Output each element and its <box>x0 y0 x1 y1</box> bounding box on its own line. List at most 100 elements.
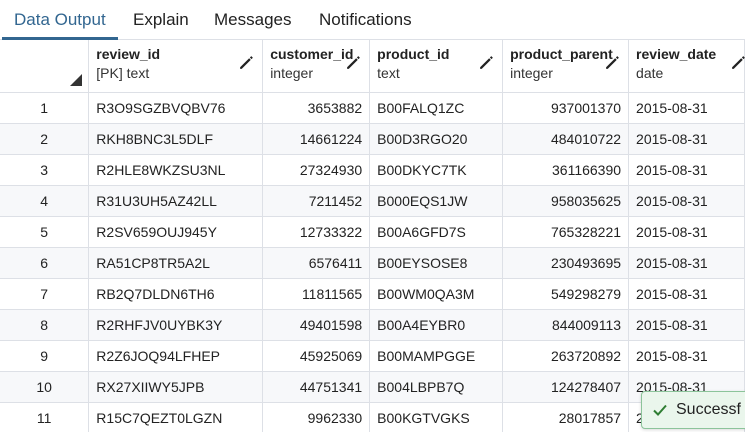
table-row[interactable]: 5 R2SV659OUJ945Y 12733322 B00A6GFD7S 7653282… <box>0 216 745 248</box>
success-toast[interactable]: Successf <box>641 391 745 429</box>
cell-customer-id[interactable]: 3653882 <box>262 92 371 124</box>
sort-corner-icon <box>70 73 83 86</box>
table-row[interactable]: 10 RX27XIIWY5JPB 44751341 B004LBPB7Q 1242784… <box>0 371 745 403</box>
pencil-icon[interactable] <box>478 54 495 71</box>
cell-customer-id[interactable]: 12733322 <box>262 216 371 248</box>
cell-product-id[interactable]: B00KGTVGKS <box>369 402 504 432</box>
cell-product-parent[interactable]: 549298279 <box>502 278 630 310</box>
row-number[interactable]: 10 <box>0 371 90 403</box>
cell-review-date[interactable]: 2015-08-31 <box>628 278 745 310</box>
select-all-corner[interactable] <box>0 40 90 93</box>
table-row[interactable]: 8 R2RHFJV0UYBK3Y 49401598 B00A4EYBR0 8440091… <box>0 309 745 341</box>
pencil-icon[interactable] <box>345 54 362 71</box>
row-number[interactable]: 1 <box>0 92 90 124</box>
cell-product-id[interactable]: B000EQS1JW <box>369 185 504 217</box>
cell-review-date[interactable]: 2015-08-31 <box>628 247 745 279</box>
column-header-review-date[interactable]: review_date date <box>628 40 745 93</box>
column-name: review_date <box>636 46 717 62</box>
row-number[interactable]: 8 <box>0 309 90 341</box>
cell-product-id[interactable]: B00D3RGO20 <box>369 123 504 155</box>
cell-review-id[interactable]: RX27XIIWY5JPB <box>88 371 264 403</box>
column-header-customer-id[interactable]: customer_id integer <box>262 40 371 93</box>
cell-product-id[interactable]: B00A6GFD7S <box>369 216 504 248</box>
cell-review-id[interactable]: RA51CP8TR5A2L <box>88 247 264 279</box>
table-row[interactable]: 6 RA51CP8TR5A2L 6576411 B00EYSOSE8 230493695… <box>0 247 745 279</box>
cell-product-id[interactable]: B00WM0QA3M <box>369 278 504 310</box>
cell-customer-id[interactable]: 14661224 <box>262 123 371 155</box>
tab-explain[interactable]: Explain <box>133 0 189 40</box>
column-header-review-id[interactable]: review_id [PK] text <box>88 40 264 93</box>
row-number[interactable]: 3 <box>0 154 90 186</box>
cell-product-parent[interactable]: 484010722 <box>502 123 630 155</box>
cell-review-date[interactable]: 2015-08-31 <box>628 123 745 155</box>
pencil-icon[interactable] <box>730 54 745 71</box>
cell-product-id[interactable]: B00FALQ1ZC <box>369 92 504 124</box>
table-row[interactable]: 2 RKH8BNC3L5DLF 14661224 B00D3RGO20 48401072… <box>0 123 745 155</box>
table-row[interactable]: 4 R31U3UH5AZ42LL 7211452 B000EQS1JW 95803562… <box>0 185 745 217</box>
column-type: date <box>636 65 664 81</box>
column-type: [PK] text <box>96 65 150 81</box>
cell-review-id[interactable]: R3O9SGZBVQBV76 <box>88 92 264 124</box>
cell-review-id[interactable]: R15C7QEZT0LGZN <box>88 402 264 432</box>
cell-customer-id[interactable]: 45925069 <box>262 340 371 372</box>
cell-product-id[interactable]: B00MAMPGGE <box>369 340 504 372</box>
table-row[interactable]: 11 R15C7QEZT0LGZN 9962330 B00KGTVGKS 2801785… <box>0 402 745 432</box>
cell-product-parent[interactable]: 230493695 <box>502 247 630 279</box>
column-header-product-parent[interactable]: product_parent integer <box>502 40 630 93</box>
cell-product-id[interactable]: B004LBPB7Q <box>369 371 504 403</box>
cell-review-date[interactable]: 2015-08-31 <box>628 154 745 186</box>
cell-product-parent[interactable]: 263720892 <box>502 340 630 372</box>
cell-product-id[interactable]: B00EYSOSE8 <box>369 247 504 279</box>
pencil-icon[interactable] <box>604 54 621 71</box>
row-number[interactable]: 5 <box>0 216 90 248</box>
cell-customer-id[interactable]: 49401598 <box>262 309 371 341</box>
table-row[interactable]: 1 R3O9SGZBVQBV76 3653882 B00FALQ1ZC 93700137… <box>0 92 745 124</box>
cell-review-date[interactable]: 2015-08-31 <box>628 309 745 341</box>
column-header-product-id[interactable]: product_id text <box>369 40 504 93</box>
tab-data-output[interactable]: Data Output <box>2 0 118 40</box>
cell-review-date[interactable]: 2015-08-31 <box>628 185 745 217</box>
table-row[interactable]: 9 R2Z6JOQ94LFHEP 45925069 B00MAMPGGE 2637208… <box>0 340 745 372</box>
table-row[interactable]: 3 R2HLE8WKZSU3NL 27324930 B00DKYC7TK 3611663… <box>0 154 745 186</box>
cell-review-date[interactable]: 2015-08-31 <box>628 340 745 372</box>
pencil-icon[interactable] <box>238 54 255 71</box>
cell-review-id[interactable]: R2SV659OUJ945Y <box>88 216 264 248</box>
cell-customer-id[interactable]: 6576411 <box>262 247 371 279</box>
cell-customer-id[interactable]: 9962330 <box>262 402 371 432</box>
toast-message: Successf <box>676 401 741 418</box>
row-number[interactable]: 6 <box>0 247 90 279</box>
cell-product-parent[interactable]: 28017857 <box>502 402 630 432</box>
row-number[interactable]: 4 <box>0 185 90 217</box>
check-icon <box>653 404 667 416</box>
tab-notifications[interactable]: Notifications <box>319 0 412 40</box>
cell-product-id[interactable]: B00A4EYBR0 <box>369 309 504 341</box>
cell-customer-id[interactable]: 11811565 <box>262 278 371 310</box>
cell-product-parent[interactable]: 958035625 <box>502 185 630 217</box>
cell-review-date[interactable]: 2015-08-31 <box>628 216 745 248</box>
cell-review-date[interactable]: 2015-08-31 <box>628 92 745 124</box>
cell-customer-id[interactable]: 7211452 <box>262 185 371 217</box>
cell-review-id[interactable]: R2RHFJV0UYBK3Y <box>88 309 264 341</box>
cell-product-parent[interactable]: 124278407 <box>502 371 630 403</box>
cell-review-id[interactable]: R31U3UH5AZ42LL <box>88 185 264 217</box>
cell-product-parent[interactable]: 765328221 <box>502 216 630 248</box>
cell-review-id[interactable]: RB2Q7DLDN6TH6 <box>88 278 264 310</box>
cell-review-id[interactable]: RKH8BNC3L5DLF <box>88 123 264 155</box>
row-number[interactable]: 9 <box>0 340 90 372</box>
tab-messages[interactable]: Messages <box>214 0 291 40</box>
cell-product-id[interactable]: B00DKYC7TK <box>369 154 504 186</box>
cell-review-id[interactable]: R2HLE8WKZSU3NL <box>88 154 264 186</box>
row-number[interactable]: 2 <box>0 123 90 155</box>
row-number[interactable]: 11 <box>0 402 90 432</box>
header-row: review_id [PK] text customer_id integer … <box>0 40 745 93</box>
row-number[interactable]: 7 <box>0 278 90 310</box>
cell-review-id[interactable]: R2Z6JOQ94LFHEP <box>88 340 264 372</box>
table-row[interactable]: 7 RB2Q7DLDN6TH6 11811565 B00WM0QA3M 54929827… <box>0 278 745 310</box>
cell-product-parent[interactable]: 361166390 <box>502 154 630 186</box>
cell-customer-id[interactable]: 27324930 <box>262 154 371 186</box>
table-body: 1 R3O9SGZBVQBV76 3653882 B00FALQ1ZC 93700137… <box>0 92 745 432</box>
cell-product-parent[interactable]: 937001370 <box>502 92 630 124</box>
cell-product-parent[interactable]: 844009113 <box>502 309 630 341</box>
results-table: review_id [PK] text customer_id integer … <box>0 40 745 432</box>
cell-customer-id[interactable]: 44751341 <box>262 371 371 403</box>
